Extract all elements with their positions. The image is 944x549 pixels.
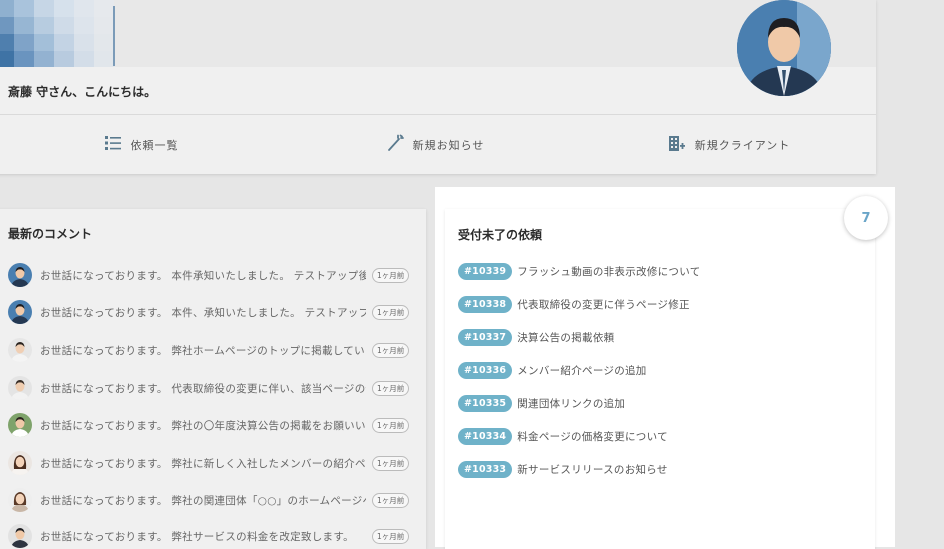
request-id-badge: #10334 (458, 428, 513, 445)
request-id-badge: #10333 (458, 461, 513, 478)
request-title: 新サービスリリースのお知らせ (517, 464, 668, 476)
request-id-badge: #10339 (458, 263, 513, 280)
request-title: 決算公告の掲載依頼 (517, 332, 615, 344)
request-item[interactable]: #10337 決算公告の掲載依頼 (458, 329, 614, 346)
request-title: フラッシュ動画の非表示改修について (517, 266, 701, 278)
request-item[interactable]: #10338 代表取締役の変更に伴うページ修正 (458, 296, 690, 313)
request-item[interactable]: #10339 フラッシュ動画の非表示改修について (458, 263, 701, 280)
request-id-badge: #10336 (458, 362, 513, 379)
request-item[interactable]: #10336 メンバー紹介ページの追加 (458, 362, 647, 379)
request-item[interactable]: #10334 料金ページの価格変更について (458, 428, 668, 445)
request-title: 関連団体リンクの追加 (517, 398, 626, 410)
request-item[interactable]: #10333 新サービスリリースのお知らせ (458, 461, 668, 478)
request-id-badge: #10337 (458, 329, 513, 346)
request-id-badge: #10335 (458, 395, 513, 412)
pending-requests-highlight: 受付未了の依頼 #10339 フラッシュ動画の非表示改修について #10338 … (435, 187, 895, 549)
pending-count-badge: 7 (844, 196, 888, 240)
request-id-badge: #10338 (458, 296, 513, 313)
pending-requests-title: 受付未了の依頼 (458, 228, 543, 242)
request-item[interactable]: #10335 関連団体リンクの追加 (458, 395, 625, 412)
pending-requests-card: 受付未了の依頼 #10339 フラッシュ動画の非表示改修について #10338 … (445, 209, 875, 549)
request-title: 料金ページの価格変更について (517, 431, 668, 443)
request-title: メンバー紹介ページの追加 (517, 365, 647, 377)
request-title: 代表取締役の変更に伴うページ修正 (517, 299, 690, 311)
